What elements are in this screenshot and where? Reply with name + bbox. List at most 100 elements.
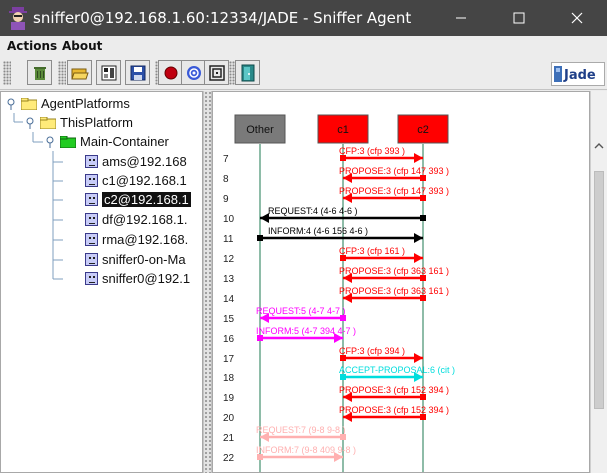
minimize-icon [456, 17, 466, 19]
filter-button[interactable] [181, 60, 206, 85]
message-row: 9 PROPOSE:3 (cfp 147 393 ) [223, 186, 449, 205]
message-row: 16 INFORM:5 (4-7 394 4-7 ) [223, 326, 356, 345]
message-arrowhead [414, 253, 423, 263]
trash-icon [33, 66, 46, 80]
message-row: 15 REQUEST:5 (4-7 4-7 ) [223, 306, 346, 325]
message-origin-marker [420, 215, 426, 221]
exit-button[interactable] [235, 60, 260, 85]
green-folder-icon [60, 135, 76, 148]
message-row: 20 PROPOSE:3 (cfp 152 394 ) [223, 405, 449, 424]
tree-agent-node[interactable]: rma@192.168. [85, 230, 188, 249]
scrollbar-thumb[interactable] [594, 171, 604, 409]
tree-platform-node[interactable]: ThisPlatform [26, 113, 133, 132]
menu-about[interactable]: About [62, 39, 102, 53]
spy-agent-icon [9, 7, 27, 30]
agent-icon [85, 174, 98, 187]
lifeline-label: c2 [417, 124, 429, 136]
message-number: 9 [223, 194, 229, 205]
message-row: 18 ACCEPT-PROPOSAL:6 (cit ) [223, 365, 455, 384]
message-label: PROPOSE:3 (cfp 147 393 ) [339, 186, 449, 196]
message-number: 7 [223, 154, 229, 165]
maximize-button[interactable] [494, 0, 544, 36]
message-label: REQUEST:5 (4-7 4-7 ) [256, 306, 346, 316]
folder-icon [40, 116, 56, 129]
message-label: CFP:3 (cfp 394 ) [339, 346, 405, 356]
message-row: 17 CFP:3 (cfp 394 ) [223, 346, 423, 365]
message-label: ACCEPT-PROPOSAL:6 (cit ) [339, 365, 455, 375]
exit-door-icon [241, 64, 254, 81]
minimize-button[interactable] [436, 0, 486, 36]
focus-icon [208, 64, 225, 81]
window-title: sniffer0@192.168.1.60:12334/JADE - Sniff… [33, 9, 412, 27]
agent-icon [85, 272, 98, 285]
message-number: 8 [223, 174, 229, 185]
message-label: PROPOSE:3 (cfp 147 393 ) [339, 166, 449, 176]
split-pane-divider[interactable] [203, 91, 212, 473]
message-label: REQUEST:4 (4-6 4-6 ) [268, 206, 358, 216]
vertical-scrollbar[interactable] [590, 91, 607, 473]
record-icon [164, 66, 177, 79]
toolbar [0, 57, 607, 90]
maximize-icon [513, 12, 525, 24]
message-origin-marker [257, 235, 263, 241]
sniffer-canvas[interactable]: Other c1 c2 7 CFP:3 (cfp 393 ) 8 PROPOSE:3 (cf… [212, 91, 590, 473]
close-icon [571, 12, 583, 24]
open-button[interactable] [67, 60, 92, 85]
tree-agent-node[interactable]: df@192.168.1. [85, 210, 187, 229]
record-button[interactable] [158, 60, 183, 85]
message-row: 8 PROPOSE:3 (cfp 147 393 ) [223, 166, 449, 185]
sequence-diagram: Other c1 c2 7 CFP:3 (cfp 393 ) 8 PROPOSE:3 (cf… [223, 114, 455, 472]
tree-agent-node[interactable]: sniffer0@192.1 [85, 269, 190, 288]
message-label: PROPOSE:3 (cfp 363 161 ) [339, 286, 449, 296]
message-number: 17 [223, 354, 235, 365]
scroll-up-icon[interactable] [592, 141, 607, 151]
agent-icon [85, 233, 98, 246]
message-label: INFORM:5 (4-7 394 4-7 ) [256, 326, 356, 336]
message-number: 11 [223, 234, 234, 245]
tree-root-node[interactable]: AgentPlatforms [7, 94, 130, 113]
agent-icon [85, 193, 98, 206]
expand-handle-icon[interactable] [26, 117, 35, 129]
message-label: INFORM:7 (9-8 409 9-8 ) [256, 445, 356, 455]
message-label: CFP:3 (cfp 161 ) [339, 246, 405, 256]
agent-icon [85, 253, 98, 266]
tree-agent-node[interactable]: ams@192.168 [85, 152, 187, 171]
toolbar-grip[interactable] [3, 61, 11, 85]
expand-handle-icon[interactable] [46, 136, 55, 148]
jade-logo: Jade [551, 62, 605, 86]
message-number: 16 [223, 334, 235, 345]
message-row: 11 INFORM:4 (4-6 156 4-6 ) [223, 226, 423, 245]
menu-bar: Actions About [0, 36, 607, 57]
tree-label-main-container: Main-Container [80, 134, 169, 149]
message-label: PROPOSE:3 (cfp 152 394 ) [339, 385, 449, 395]
message-number: 18 [223, 373, 235, 384]
tree-container-node[interactable]: Main-Container [46, 132, 169, 151]
open-folder-icon [70, 68, 89, 79]
tree-agent-node[interactable]: c1@192.168.1 [85, 171, 187, 190]
message-row: 10 REQUEST:4 (4-6 4-6 ) [223, 206, 426, 225]
menu-actions[interactable]: Actions [7, 39, 57, 53]
open-snapshot-button[interactable] [96, 60, 121, 85]
tree-agent-label: ams@192.168 [102, 154, 187, 169]
agent-icon [85, 155, 98, 168]
jade-logo-mark: Jade [554, 66, 596, 83]
message-label: INFORM:4 (4-6 156 4-6 ) [268, 226, 368, 236]
message-row: 22 INFORM:7 (9-8 409 9-8 ) [223, 445, 356, 464]
sniffer-window: sniffer0@192.168.1.60:12334/JADE - Sniff… [0, 0, 607, 473]
message-row: 19 PROPOSE:3 (cfp 152 394 ) [223, 385, 449, 404]
save-button[interactable] [125, 60, 150, 85]
tree-agent-label: df@192.168.1. [102, 212, 188, 227]
tree-agent-node[interactable]: sniffer0-on-Ma [85, 250, 186, 269]
tree-agent-node-selected[interactable]: c2@192.168.1 [85, 190, 191, 209]
agent-icon [85, 213, 98, 226]
message-row: 12 CFP:3 (cfp 161 ) [223, 246, 423, 265]
message-arrowhead [414, 353, 423, 363]
focus-button[interactable] [204, 60, 229, 85]
clear-canvas-button[interactable] [27, 60, 52, 85]
message-arrowhead [414, 153, 423, 163]
close-button[interactable] [552, 0, 602, 36]
title-bar[interactable]: sniffer0@192.168.1.60:12334/JADE - Sniff… [0, 0, 607, 36]
message-number: 12 [223, 254, 235, 265]
expand-handle-icon[interactable] [7, 98, 16, 110]
toolbar-separator [58, 61, 66, 85]
